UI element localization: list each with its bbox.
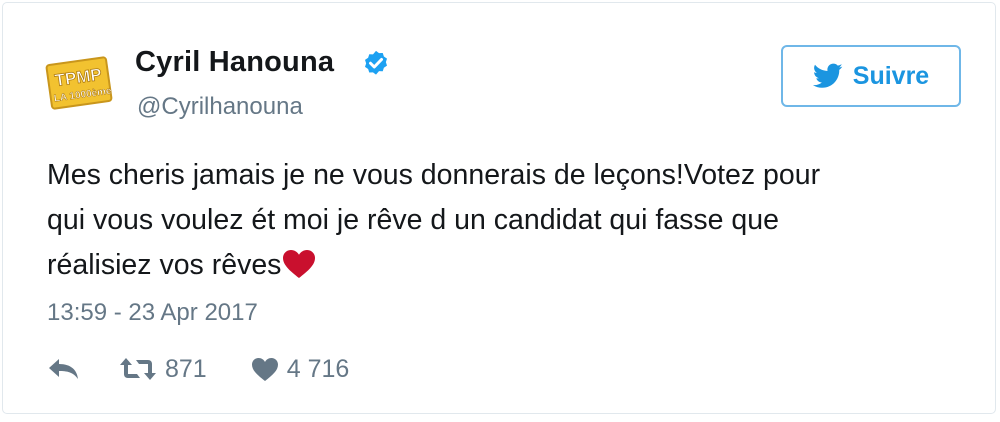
reply-button[interactable]	[47, 357, 81, 381]
follow-button[interactable]: Suivre	[781, 45, 961, 107]
twitter-bird-icon	[812, 63, 843, 88]
author-handle[interactable]: @Cyrilhanouna	[137, 93, 303, 121]
like-count: 4 716	[286, 354, 350, 383]
tweet-actions: 871 4 716	[47, 351, 349, 387]
tweet-text-line-3-text: réalisiez vos rêves	[47, 249, 282, 281]
tweet-text-line-3: réalisiez vos rêves	[47, 243, 947, 288]
tweet-card: TPMP LA 1000ème Cyril Hanouna @Cyrilhano…	[2, 2, 996, 414]
tweet-timestamp[interactable]: 13:59 - 23 Apr 2017	[47, 299, 258, 327]
like-button[interactable]: 4 716	[251, 354, 350, 384]
heart-emoji-icon	[283, 250, 316, 278]
author-name[interactable]: Cyril Hanouna	[135, 46, 334, 79]
follow-button-label: Suivre	[852, 61, 930, 90]
retweet-count: 871	[165, 354, 207, 383]
tweet-text-line-1: Mes cheris jamais je ne vous donnerais d…	[47, 159, 821, 191]
retweet-icon	[120, 358, 156, 380]
tweet-text: Mes cheris jamais je ne vous donnerais d…	[47, 153, 947, 288]
avatar[interactable]: TPMP LA 1000ème	[43, 47, 115, 119]
tweet-text-line-2: qui vous voulez ét moi je rêve d un cand…	[47, 204, 779, 236]
reply-icon	[49, 359, 78, 379]
retweet-button[interactable]: 871	[119, 355, 207, 384]
tpmp-logo-icon: TPMP LA 1000ème	[43, 47, 115, 119]
heart-icon	[251, 357, 278, 381]
verified-badge-icon	[365, 50, 387, 75]
